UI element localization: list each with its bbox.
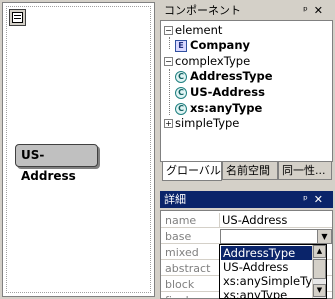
collapse-icon[interactable]: −: [164, 26, 173, 35]
components-title-text: コンポーネント: [164, 4, 241, 17]
dropdown-option[interactable]: AddressType: [221, 246, 312, 260]
schema-icon[interactable]: [9, 9, 26, 26]
complex-type-icon: C: [175, 102, 187, 115]
tab-identity[interactable]: 同一性...: [278, 162, 332, 180]
tree-node-label: US-Address: [190, 85, 265, 99]
scroll-down-icon[interactable]: ▼: [313, 284, 326, 297]
tab-namespace[interactable]: 名前空間: [222, 162, 278, 180]
element-box-label: US-Address: [21, 148, 76, 183]
close-icon[interactable]: ✕: [314, 193, 329, 206]
base-combobox[interactable]: ▼: [220, 229, 332, 244]
chevron-down-icon[interactable]: ▼: [317, 230, 331, 243]
tree-node-company[interactable]: E Company: [175, 38, 250, 53]
property-name: base: [165, 230, 192, 243]
property-name: name: [165, 214, 197, 227]
scroll-up-icon[interactable]: ▲: [313, 245, 326, 258]
dropdown-scrollbar[interactable]: ▲ ▼: [312, 245, 326, 298]
tree-node-us-address[interactable]: C US-Address: [175, 85, 265, 100]
components-panel-title: コンポーネント ᵖ✕: [160, 2, 333, 19]
tree-node-label: xs:anyType: [190, 101, 263, 115]
tree-node-simpletype[interactable]: + simpleType: [164, 116, 239, 131]
schema-icon-line: [14, 18, 21, 19]
tree-node-label: element: [175, 23, 223, 37]
components-tree[interactable]: − element E Company − complexType C AddressT…: [160, 20, 333, 162]
tab-global[interactable]: グローバル: [162, 162, 222, 181]
tree-node-label: AddressType: [190, 69, 273, 83]
close-icon[interactable]: ✕: [314, 4, 329, 17]
expand-icon[interactable]: +: [164, 119, 173, 128]
pin-icon[interactable]: ᵖ: [303, 193, 314, 206]
schema-icon-frame: [12, 12, 23, 23]
dropdown-option[interactable]: xs:anyType: [221, 288, 312, 298]
complex-type-icon: C: [175, 70, 187, 83]
property-name: mixed: [165, 246, 199, 259]
dropdown-option[interactable]: US-Address: [221, 260, 312, 274]
tree-node-label: simpleType: [175, 116, 240, 130]
collapse-icon[interactable]: −: [164, 57, 173, 66]
pin-icon[interactable]: ᵖ: [303, 4, 314, 17]
tree-node-element[interactable]: − element: [164, 23, 222, 38]
element-icon: E: [175, 39, 187, 52]
details-panel-title: 詳細 ᵖ✕: [160, 191, 333, 208]
tree-node-addresstype[interactable]: C AddressType: [175, 69, 273, 84]
dropdown-option[interactable]: xs:anySimpleType: [221, 274, 312, 288]
schema-icon-line: [14, 15, 21, 16]
tree-node-label: Company: [190, 38, 250, 52]
property-name: block: [165, 278, 195, 291]
complex-type-icon: C: [175, 86, 187, 99]
property-name: final: [165, 293, 218, 298]
tree-connector: [169, 69, 170, 115]
property-value[interactable]: US-Address: [222, 213, 287, 228]
scrollbar-thumb[interactable]: [313, 259, 326, 279]
tree-node-xs-anytype[interactable]: Cxs:anyType: [175, 101, 262, 116]
components-tabs: グローバル 名前空間 同一性...: [160, 162, 333, 182]
base-dropdown-list[interactable]: AddressType US-Address xs:anySimpleType …: [219, 244, 327, 299]
details-title-text: 詳細: [164, 193, 186, 206]
property-row-base[interactable]: base ▼: [161, 229, 332, 244]
schema-design-pane[interactable]: US-Address: [2, 2, 155, 297]
property-name: abstract: [165, 262, 211, 275]
property-row-name[interactable]: name US-Address: [161, 213, 332, 228]
column-divider: [219, 213, 220, 228]
tree-node-complextype[interactable]: − complexType: [164, 54, 250, 69]
tree-node-label: complexType: [175, 54, 251, 68]
tree-connector: [169, 37, 170, 49]
complex-type-element-box[interactable]: US-Address: [15, 144, 98, 183]
